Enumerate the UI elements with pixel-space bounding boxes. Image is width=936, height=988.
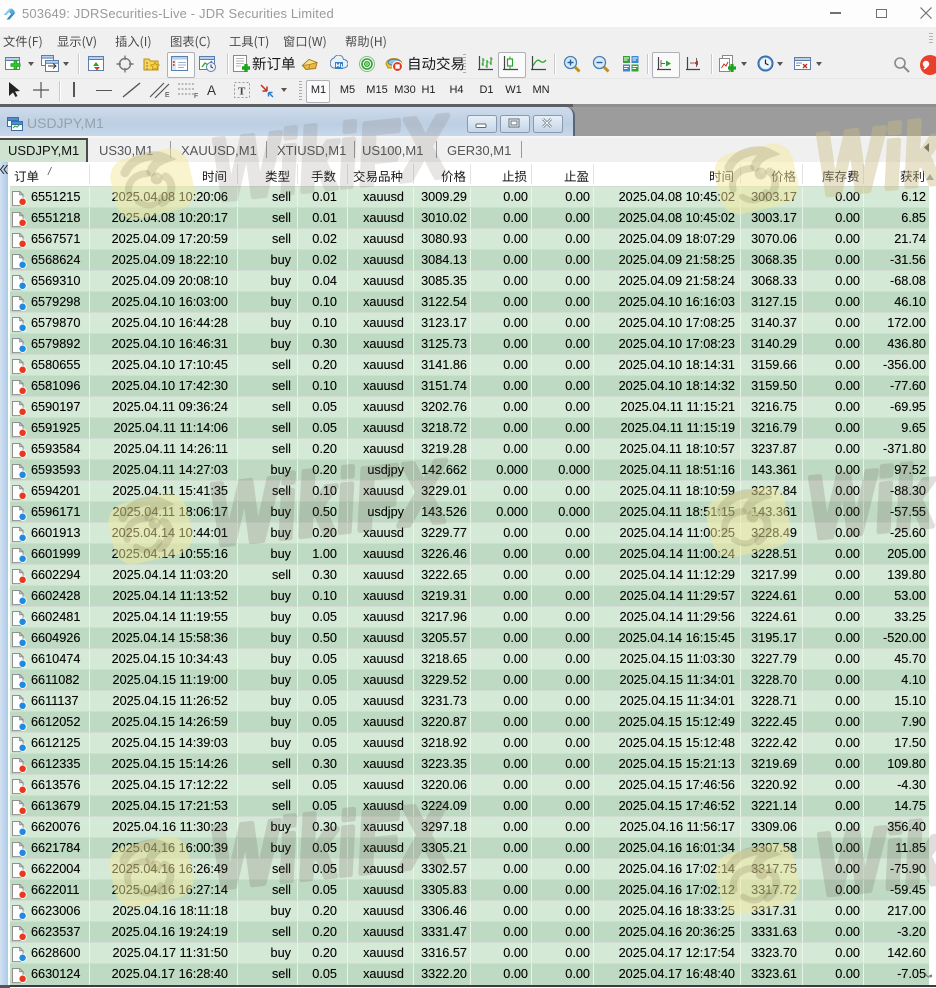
svg-text:T: T [238,86,246,98]
svg-text:F: F [194,93,198,99]
svg-text:E: E [165,92,170,99]
